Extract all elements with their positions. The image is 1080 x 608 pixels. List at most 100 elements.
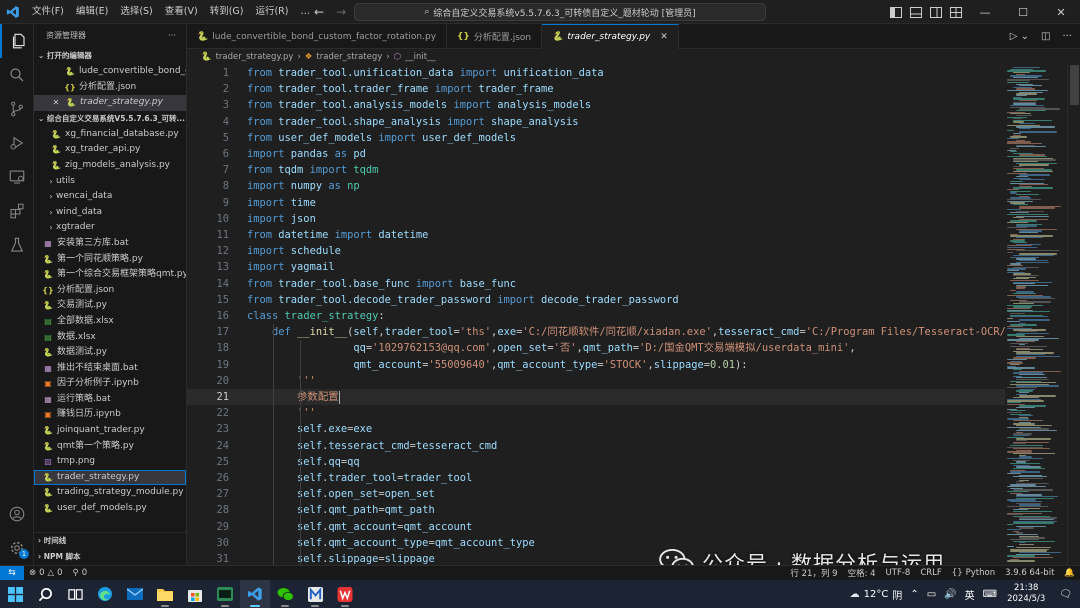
- clock[interactable]: 21:38 2024/5/3: [1001, 583, 1051, 605]
- file-item[interactable]: 🐍 xg_financial_database.py: [34, 127, 186, 143]
- toggle-primary-sidebar-icon[interactable]: [886, 0, 906, 24]
- code-line[interactable]: 25 self.qq=qq: [187, 454, 1080, 470]
- code-line[interactable]: 24 self.tesseract_cmd=tesseract_cmd: [187, 438, 1080, 454]
- open-editor-item[interactable]: ✕ 🐍 trader_strategy.py: [34, 95, 186, 111]
- code-line[interactable]: 19 qmt_account='55009640',qmt_account_ty…: [187, 357, 1080, 373]
- menu-item[interactable]: 编辑(E): [70, 0, 114, 24]
- store-icon[interactable]: [180, 580, 210, 608]
- indentation[interactable]: 空格: 4: [843, 567, 881, 579]
- file-item[interactable]: 🐍 user_def_models.py: [34, 501, 186, 517]
- file-item[interactable]: 🐍 zig_models_analysis.py: [34, 158, 186, 174]
- breadcrumb-class[interactable]: trader_strategy: [316, 52, 382, 62]
- problems-status[interactable]: ⊗ 0 △ 0: [24, 568, 68, 578]
- editor-tab[interactable]: 🐍 trader_strategy.py ✕: [542, 24, 679, 49]
- maximize-icon[interactable]: ☐: [1004, 0, 1042, 24]
- more-actions-icon[interactable]: ···: [168, 24, 176, 48]
- code-line[interactable]: 30 self.qmt_account_type=qmt_account_typ…: [187, 535, 1080, 551]
- file-item[interactable]: 🐍 交易测试.py: [34, 298, 186, 314]
- menu-item[interactable]: 运行(R): [249, 0, 294, 24]
- file-item[interactable]: ▣ 赚钱日历.ipynb: [34, 407, 186, 423]
- file-item[interactable]: ▨ tmp.png: [34, 454, 186, 470]
- breadcrumb-method[interactable]: __init__: [405, 52, 435, 62]
- back-arrow-icon[interactable]: ←: [314, 5, 324, 19]
- menu-item[interactable]: 查看(V): [159, 0, 204, 24]
- file-item[interactable]: 🐍 joinquant_trader.py: [34, 423, 186, 439]
- code-line[interactable]: 15 from trader_tool.decode_trader_passwor…: [187, 292, 1080, 308]
- code-line[interactable]: 2 from trader_tool.trader_frame import tr…: [187, 81, 1080, 97]
- code-line[interactable]: 26 self.trader_tool=trader_tool: [187, 470, 1080, 486]
- terminal-app-icon[interactable]: [210, 580, 240, 608]
- toggle-secondary-sidebar-icon[interactable]: [926, 0, 946, 24]
- editor-tab[interactable]: {} 分析配置.json: [447, 24, 543, 49]
- tray-overflow-icon[interactable]: ⌃: [906, 589, 922, 600]
- python-interpreter[interactable]: 3.9.6 64-bit: [1000, 568, 1059, 578]
- file-item[interactable]: ▦ 推出不结束桌面.bat: [34, 361, 186, 377]
- trading-app-icon[interactable]: [300, 580, 330, 608]
- code-line[interactable]: 5 from user_def_models import user_def_mo…: [187, 130, 1080, 146]
- customize-layout-icon[interactable]: [946, 0, 966, 24]
- run-python-file-icon[interactable]: ▷ ⌄: [1010, 31, 1029, 42]
- file-item[interactable]: 🐍 xg_trader_api.py: [34, 142, 186, 158]
- code-line[interactable]: 29 self.qmt_account=qmt_account: [187, 519, 1080, 535]
- code-line[interactable]: 3 from trader_tool.analysis_models import…: [187, 97, 1080, 113]
- open-editor-item[interactable]: 🐍 lude_convertible_bond_c...: [34, 64, 186, 80]
- notifications-bell-icon[interactable]: 🔔: [1059, 568, 1080, 578]
- file-item[interactable]: 🐍 trading_strategy_module.py: [34, 485, 186, 501]
- code-line[interactable]: 21 参数配置: [187, 389, 1080, 406]
- explorer-icon[interactable]: [0, 24, 34, 58]
- network-icon[interactable]: ▭: [923, 589, 940, 600]
- code-line[interactable]: 13 import yagmail: [187, 259, 1080, 275]
- file-item[interactable]: ▦ 安装第三方库.bat: [34, 236, 186, 252]
- file-item[interactable]: {} 分析配置.json: [34, 283, 186, 299]
- file-item[interactable]: 🐍 第一个综合交易框架策略qmt.py: [34, 267, 186, 283]
- forward-arrow-icon[interactable]: →: [336, 5, 346, 19]
- file-item[interactable]: ▦ 运行策略.bat: [34, 392, 186, 408]
- code-line[interactable]: 12 import schedule: [187, 243, 1080, 259]
- file-explorer-icon[interactable]: [150, 580, 180, 608]
- code-line[interactable]: 14 from trader_tool.base_func import base…: [187, 276, 1080, 292]
- code-line[interactable]: 11 from datetime import datetime: [187, 227, 1080, 243]
- npm-scripts-header[interactable]: › NPM 脚本: [34, 549, 186, 565]
- wechat-taskbar-icon[interactable]: [270, 580, 300, 608]
- file-item[interactable]: 🐍 第一个同花顺策略.py: [34, 252, 186, 268]
- run-debug-icon[interactable]: [0, 126, 34, 160]
- editor-scrollbar[interactable]: [1067, 65, 1080, 565]
- remote-explorer-icon[interactable]: [0, 160, 34, 194]
- code-line[interactable]: 7 from tqdm import tqdm: [187, 162, 1080, 178]
- code-line[interactable]: 4 from trader_tool.shape_analysis import …: [187, 114, 1080, 130]
- scrollbar-thumb[interactable]: [1070, 65, 1079, 105]
- file-item[interactable]: 🐍 qmt第一个策略.py: [34, 439, 186, 455]
- vscode-taskbar-icon[interactable]: [240, 580, 270, 608]
- file-item[interactable]: 🐍 trader_strategy.py: [34, 469, 186, 486]
- menu-item[interactable]: 选择(S): [114, 0, 158, 24]
- file-item[interactable]: ▣ 因子分析例子.ipynb: [34, 376, 186, 392]
- code-line[interactable]: 16 class trader_strategy:: [187, 308, 1080, 324]
- task-view-icon[interactable]: [60, 580, 90, 608]
- code-line[interactable]: 8 import numpy as np: [187, 178, 1080, 194]
- file-item[interactable]: 🐍 数据测试.py: [34, 345, 186, 361]
- code-line[interactable]: 17 def __init__(self,trader_tool='ths',e…: [187, 324, 1080, 340]
- file-item[interactable]: ▤ 数据.xlsx: [34, 330, 186, 346]
- ime-mode-icon[interactable]: ⌨: [979, 589, 1001, 600]
- edge-browser-icon[interactable]: [90, 580, 120, 608]
- editor-more-actions-icon[interactable]: ···: [1062, 31, 1072, 42]
- split-editor-icon[interactable]: ◫: [1041, 31, 1050, 42]
- folder-item[interactable]: › utils: [34, 174, 186, 190]
- code-line[interactable]: 18 qq='1029762153@qq.com',open_set='否',q…: [187, 340, 1080, 356]
- breadcrumb-file[interactable]: trader_strategy.py: [216, 52, 294, 62]
- code-editor[interactable]: 1 from trader_tool.unification_data impor…: [187, 65, 1080, 565]
- timeline-header[interactable]: › 时间线: [34, 533, 186, 549]
- command-center-search[interactable]: ⌕ 综合自定义交易系统v5.5.7.6.3_可转债自定义_题材轮动 [管理员]: [354, 3, 766, 21]
- code-line[interactable]: 31 self.slippage=slippage: [187, 551, 1080, 565]
- windows-start-icon[interactable]: [0, 580, 30, 608]
- code-line[interactable]: 28 self.qmt_path=qmt_path: [187, 502, 1080, 518]
- minimap[interactable]: [1005, 65, 1067, 565]
- code-line[interactable]: 20 ''': [187, 373, 1080, 389]
- code-line[interactable]: 9 import time: [187, 195, 1080, 211]
- encoding[interactable]: UTF-8: [881, 568, 916, 578]
- close-window-icon[interactable]: ✕: [1042, 0, 1080, 24]
- search-icon[interactable]: [0, 58, 34, 92]
- language-mode[interactable]: {} Python: [947, 568, 1000, 578]
- wps-office-icon[interactable]: [330, 580, 360, 608]
- code-line[interactable]: 1 from trader_tool.unification_data impor…: [187, 65, 1080, 81]
